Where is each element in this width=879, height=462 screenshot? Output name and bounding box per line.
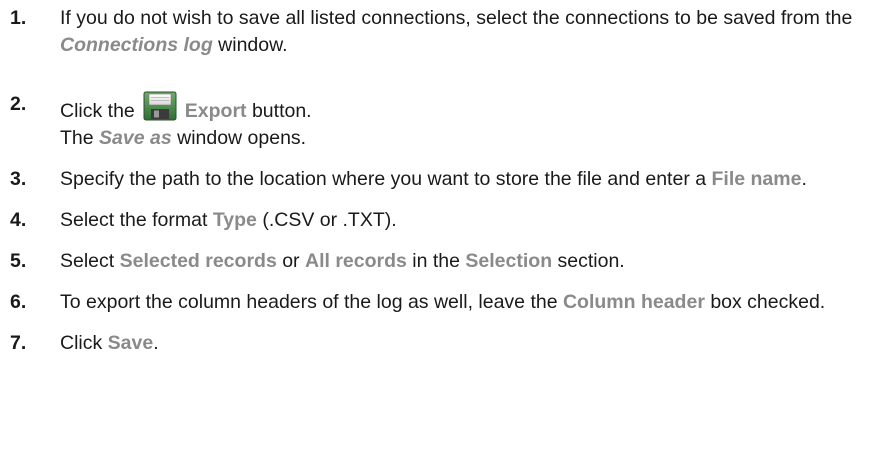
step-text: If you do not wish to save all listed co… [60, 5, 879, 59]
step-number: 3. [10, 168, 27, 190]
button-name: Save [107, 332, 154, 354]
step-number: 6. [10, 291, 27, 313]
step-text-part: Click [60, 332, 108, 354]
instruction-document: 1. If you do not wish to save all listed… [0, 5, 879, 462]
step-text: Select the format Type (.CSV or .TXT). [60, 207, 879, 234]
step-text-part: If you do not wish to save all listed co… [60, 7, 853, 29]
step-text-part: button. [246, 100, 312, 122]
step-number: 1. [10, 7, 27, 29]
step-text-part: window opens. [171, 127, 307, 149]
step-text-part: (.CSV or .TXT). [256, 209, 397, 231]
step-text: Select Selected records or All records i… [60, 248, 879, 275]
step-number: 4. [10, 209, 27, 231]
step-text-part: section. [552, 250, 625, 272]
step-3: 3. Specify the path to the location wher… [10, 166, 879, 193]
option-name: All records [304, 250, 407, 272]
step-2: 2. Click the Export button. The Save as … [10, 91, 879, 152]
export-button-label: Export [184, 100, 247, 122]
floppy-disk-save-icon [143, 91, 177, 121]
step-text: Click the Export button. The Save as win… [60, 91, 879, 152]
step-text-part: Specify the path to the location where y… [60, 168, 712, 190]
step-6: 6. To export the column headers of the l… [10, 289, 879, 316]
step-text-part: in the [406, 250, 466, 272]
field-name: Type [212, 209, 257, 231]
step-text: Specify the path to the location where y… [60, 166, 879, 193]
field-name: File name [711, 168, 802, 190]
window-name: Save as [99, 127, 172, 149]
step-text: To export the column headers of the log … [60, 289, 879, 316]
step-text-part: To export the column headers of the log … [60, 291, 563, 313]
step-text: Click Save. [60, 330, 879, 357]
option-name: Selected records [119, 250, 277, 272]
step-5: 5. Select Selected records or All record… [10, 248, 879, 275]
step-7: 7. Click Save. [10, 330, 879, 357]
window-name: Connections log [60, 34, 213, 56]
step-number: 5. [10, 250, 27, 272]
step-text-part: . [153, 332, 159, 354]
step-text-part: window. [212, 34, 288, 56]
step-text-part: . [801, 168, 807, 190]
step-1: 1. If you do not wish to save all listed… [10, 5, 879, 59]
step-4: 4. Select the format Type (.CSV or .TXT)… [10, 207, 879, 234]
step-text-part: The [60, 127, 100, 149]
step-number: 7. [10, 332, 27, 354]
step-text-part: Click the [60, 100, 135, 122]
checkbox-name: Column header [562, 291, 705, 313]
step-text-part: or [276, 250, 305, 272]
section-name: Selection [465, 250, 553, 272]
step-text-part: Select the format [60, 209, 213, 231]
step-number: 2. [10, 93, 27, 115]
step-text-part: Select [60, 250, 120, 272]
step-text-part: box checked. [704, 291, 826, 313]
